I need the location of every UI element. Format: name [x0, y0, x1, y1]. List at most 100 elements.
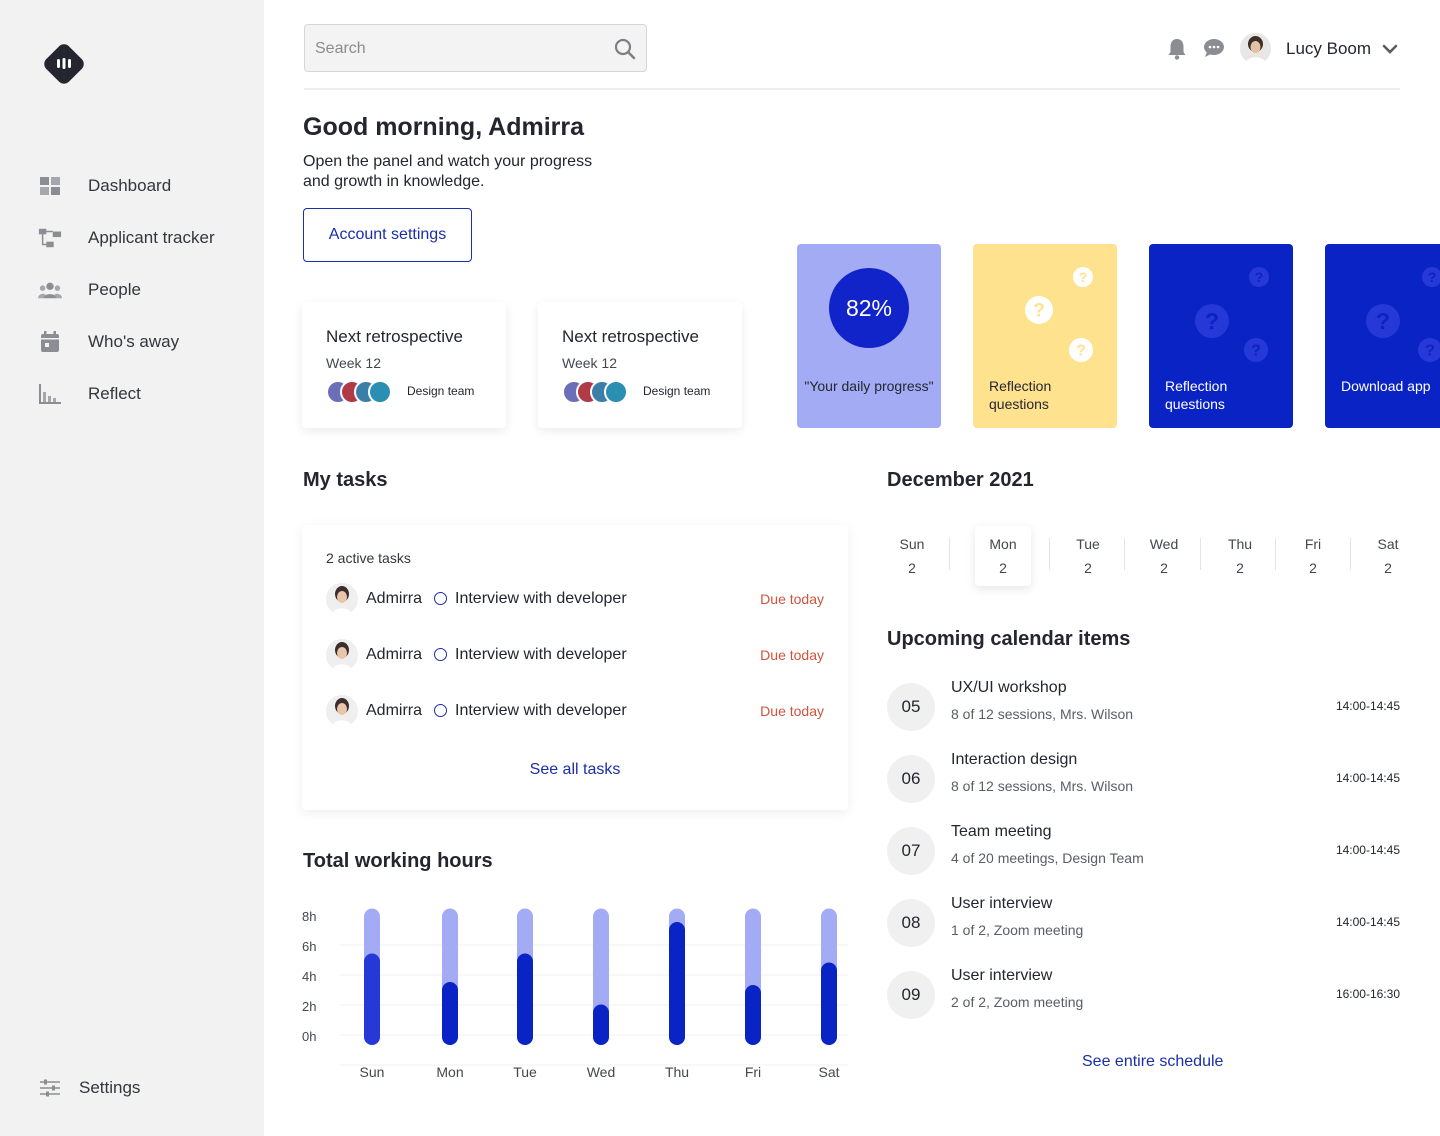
svg-text:?: ? [1205, 308, 1219, 334]
event-date: 08 [887, 899, 935, 947]
grid-icon [38, 174, 62, 198]
calendar-event[interactable]: 09 User interview 2 of 2, Zoom meeting 1… [887, 967, 1400, 1019]
event-subtitle: 4 of 20 meetings, Design Team [951, 850, 1144, 866]
day-wed[interactable]: Wed 2 [1136, 526, 1192, 586]
day-mon[interactable]: Mon 2 [975, 526, 1031, 586]
event-title: UX/UI workshop [951, 679, 1067, 696]
see-all-tasks-link[interactable]: See all tasks [302, 761, 848, 779]
sidebar-item-reflect[interactable]: Reflect [38, 380, 141, 408]
sidebar-item-label: Reflect [88, 384, 141, 403]
day-name: Mon [989, 536, 1017, 552]
upcoming-title: Upcoming calendar items [887, 628, 1131, 650]
day-thu[interactable]: Thu 2 [1212, 526, 1268, 586]
day-name: Sun [899, 536, 925, 552]
download-app-card[interactable]: ? ? ? Download app [1325, 244, 1440, 428]
see-schedule-link[interactable]: See entire schedule [1082, 1053, 1223, 1071]
search-input[interactable] [315, 37, 605, 61]
chart-icon [38, 382, 62, 406]
event-date: 07 [887, 827, 935, 875]
task-due: Due today [760, 703, 824, 719]
task-checkbox[interactable] [434, 648, 447, 661]
day-divider [1200, 538, 1201, 570]
app-logo[interactable] [42, 42, 86, 86]
search-icon[interactable] [614, 38, 636, 60]
x-tick-label: Mon [436, 1064, 463, 1080]
sidebar-item-whos-away[interactable]: Who's away [38, 328, 179, 356]
task-row[interactable]: Admirra Interview with developer Due tod… [326, 639, 824, 671]
event-time: 14:00-14:45 [1335, 843, 1400, 857]
question-icon: ? [1366, 304, 1400, 343]
task-title: Interview with developer [455, 646, 627, 663]
task-checkbox[interactable] [434, 592, 447, 605]
avatar-group [326, 380, 396, 404]
bar [442, 982, 458, 1045]
event-date: 06 [887, 755, 935, 803]
task-row[interactable]: Admirra Interview with developer Due tod… [326, 695, 824, 727]
calendar-month: December 2021 [887, 469, 1034, 491]
event-title: User interview [951, 967, 1053, 984]
bell-icon[interactable] [1167, 38, 1189, 60]
y-tick-label: 4h [302, 969, 316, 984]
svg-text:?: ? [1079, 269, 1088, 285]
chat-icon[interactable] [1203, 38, 1225, 60]
calendar-event[interactable]: 08 User interview 1 of 2, Zoom meeting 1… [887, 895, 1400, 947]
event-date: 05 [887, 683, 935, 731]
hours-title: Total working hours [303, 850, 493, 872]
retro-week: Week 12 [326, 355, 381, 371]
event-title: Team meeting [951, 823, 1052, 840]
card-label: Download app [1341, 378, 1431, 394]
question-icon: ? [1422, 267, 1440, 292]
question-icon: ? [1073, 267, 1093, 292]
card-label: Reflection questions [989, 378, 1052, 412]
sidebar-item-label: People [88, 280, 141, 299]
x-tick-label: Sun [360, 1064, 385, 1080]
calendar-event[interactable]: 07 Team meeting 4 of 20 meetings, Design… [887, 823, 1400, 875]
sidebar-item-people[interactable]: People [38, 276, 141, 304]
retrospective-card[interactable]: Next retrospective Week 12 Design team [538, 302, 742, 428]
day-sun[interactable]: Sun 2 [884, 526, 940, 586]
event-subtitle: 8 of 12 sessions, Mrs. Wilson [951, 778, 1134, 794]
reflection-questions-card[interactable]: ? ? ? Reflection questions [1149, 244, 1293, 428]
user-name[interactable]: Lucy Boom [1286, 39, 1371, 59]
tasks-count: 2 active tasks [326, 550, 411, 566]
sidebar-item-dashboard[interactable]: Dashboard [38, 172, 171, 200]
calendar-event[interactable]: 06 Interaction design 8 of 12 sessions, … [887, 751, 1400, 803]
day-divider [949, 538, 950, 570]
bar [821, 962, 837, 1045]
avatar [326, 583, 358, 615]
sidebar-item-applicant-tracker[interactable]: Applicant tracker [38, 224, 215, 252]
sidebar-item-label: Applicant tracker [88, 228, 215, 247]
day-name: Wed [1149, 536, 1179, 552]
day-number: 2 [1236, 560, 1244, 576]
page-subtitle: Open the panel and watch your progress a… [303, 153, 593, 190]
people-icon [38, 278, 62, 302]
svg-text:?: ? [1251, 343, 1261, 360]
event-title: Interaction design [951, 751, 1078, 768]
event-subtitle: 1 of 2, Zoom meeting [951, 922, 1084, 938]
chevron-down-icon[interactable] [1381, 40, 1399, 58]
retrospective-card[interactable]: Next retrospective Week 12 Design team [302, 302, 506, 428]
event-title: User interview [951, 895, 1053, 912]
avatar[interactable] [1240, 33, 1271, 64]
event-time: 16:00-16:30 [1335, 987, 1400, 1001]
day-divider [1124, 538, 1125, 570]
reflection-questions-card[interactable]: ? ? ? Reflection questions [973, 244, 1117, 428]
retro-title: Next retrospective [562, 327, 699, 346]
search-bar [304, 24, 647, 72]
account-settings-button[interactable]: Account settings [303, 208, 472, 262]
bar [745, 985, 761, 1045]
card-label: Reflection questions [1165, 378, 1228, 412]
day-tue[interactable]: Tue 2 [1060, 526, 1116, 586]
daily-progress-card[interactable]: 82% "Your daily progress" [797, 244, 941, 428]
y-tick-label: 6h [302, 939, 316, 954]
calendar-event[interactable]: 05 UX/UI workshop 8 of 12 sessions, Mrs.… [887, 679, 1400, 731]
question-icon: ? [1069, 338, 1093, 367]
task-row[interactable]: Admirra Interview with developer Due tod… [326, 583, 824, 615]
task-checkbox[interactable] [434, 704, 447, 717]
task-due: Due today [760, 647, 824, 663]
x-tick-label: Sat [818, 1064, 839, 1080]
day-fri[interactable]: Fri 2 [1285, 526, 1341, 586]
sidebar-item-settings[interactable]: Settings [38, 1074, 140, 1102]
svg-text:?: ? [1425, 343, 1435, 360]
day-sat[interactable]: Sat 2 [1360, 526, 1416, 586]
